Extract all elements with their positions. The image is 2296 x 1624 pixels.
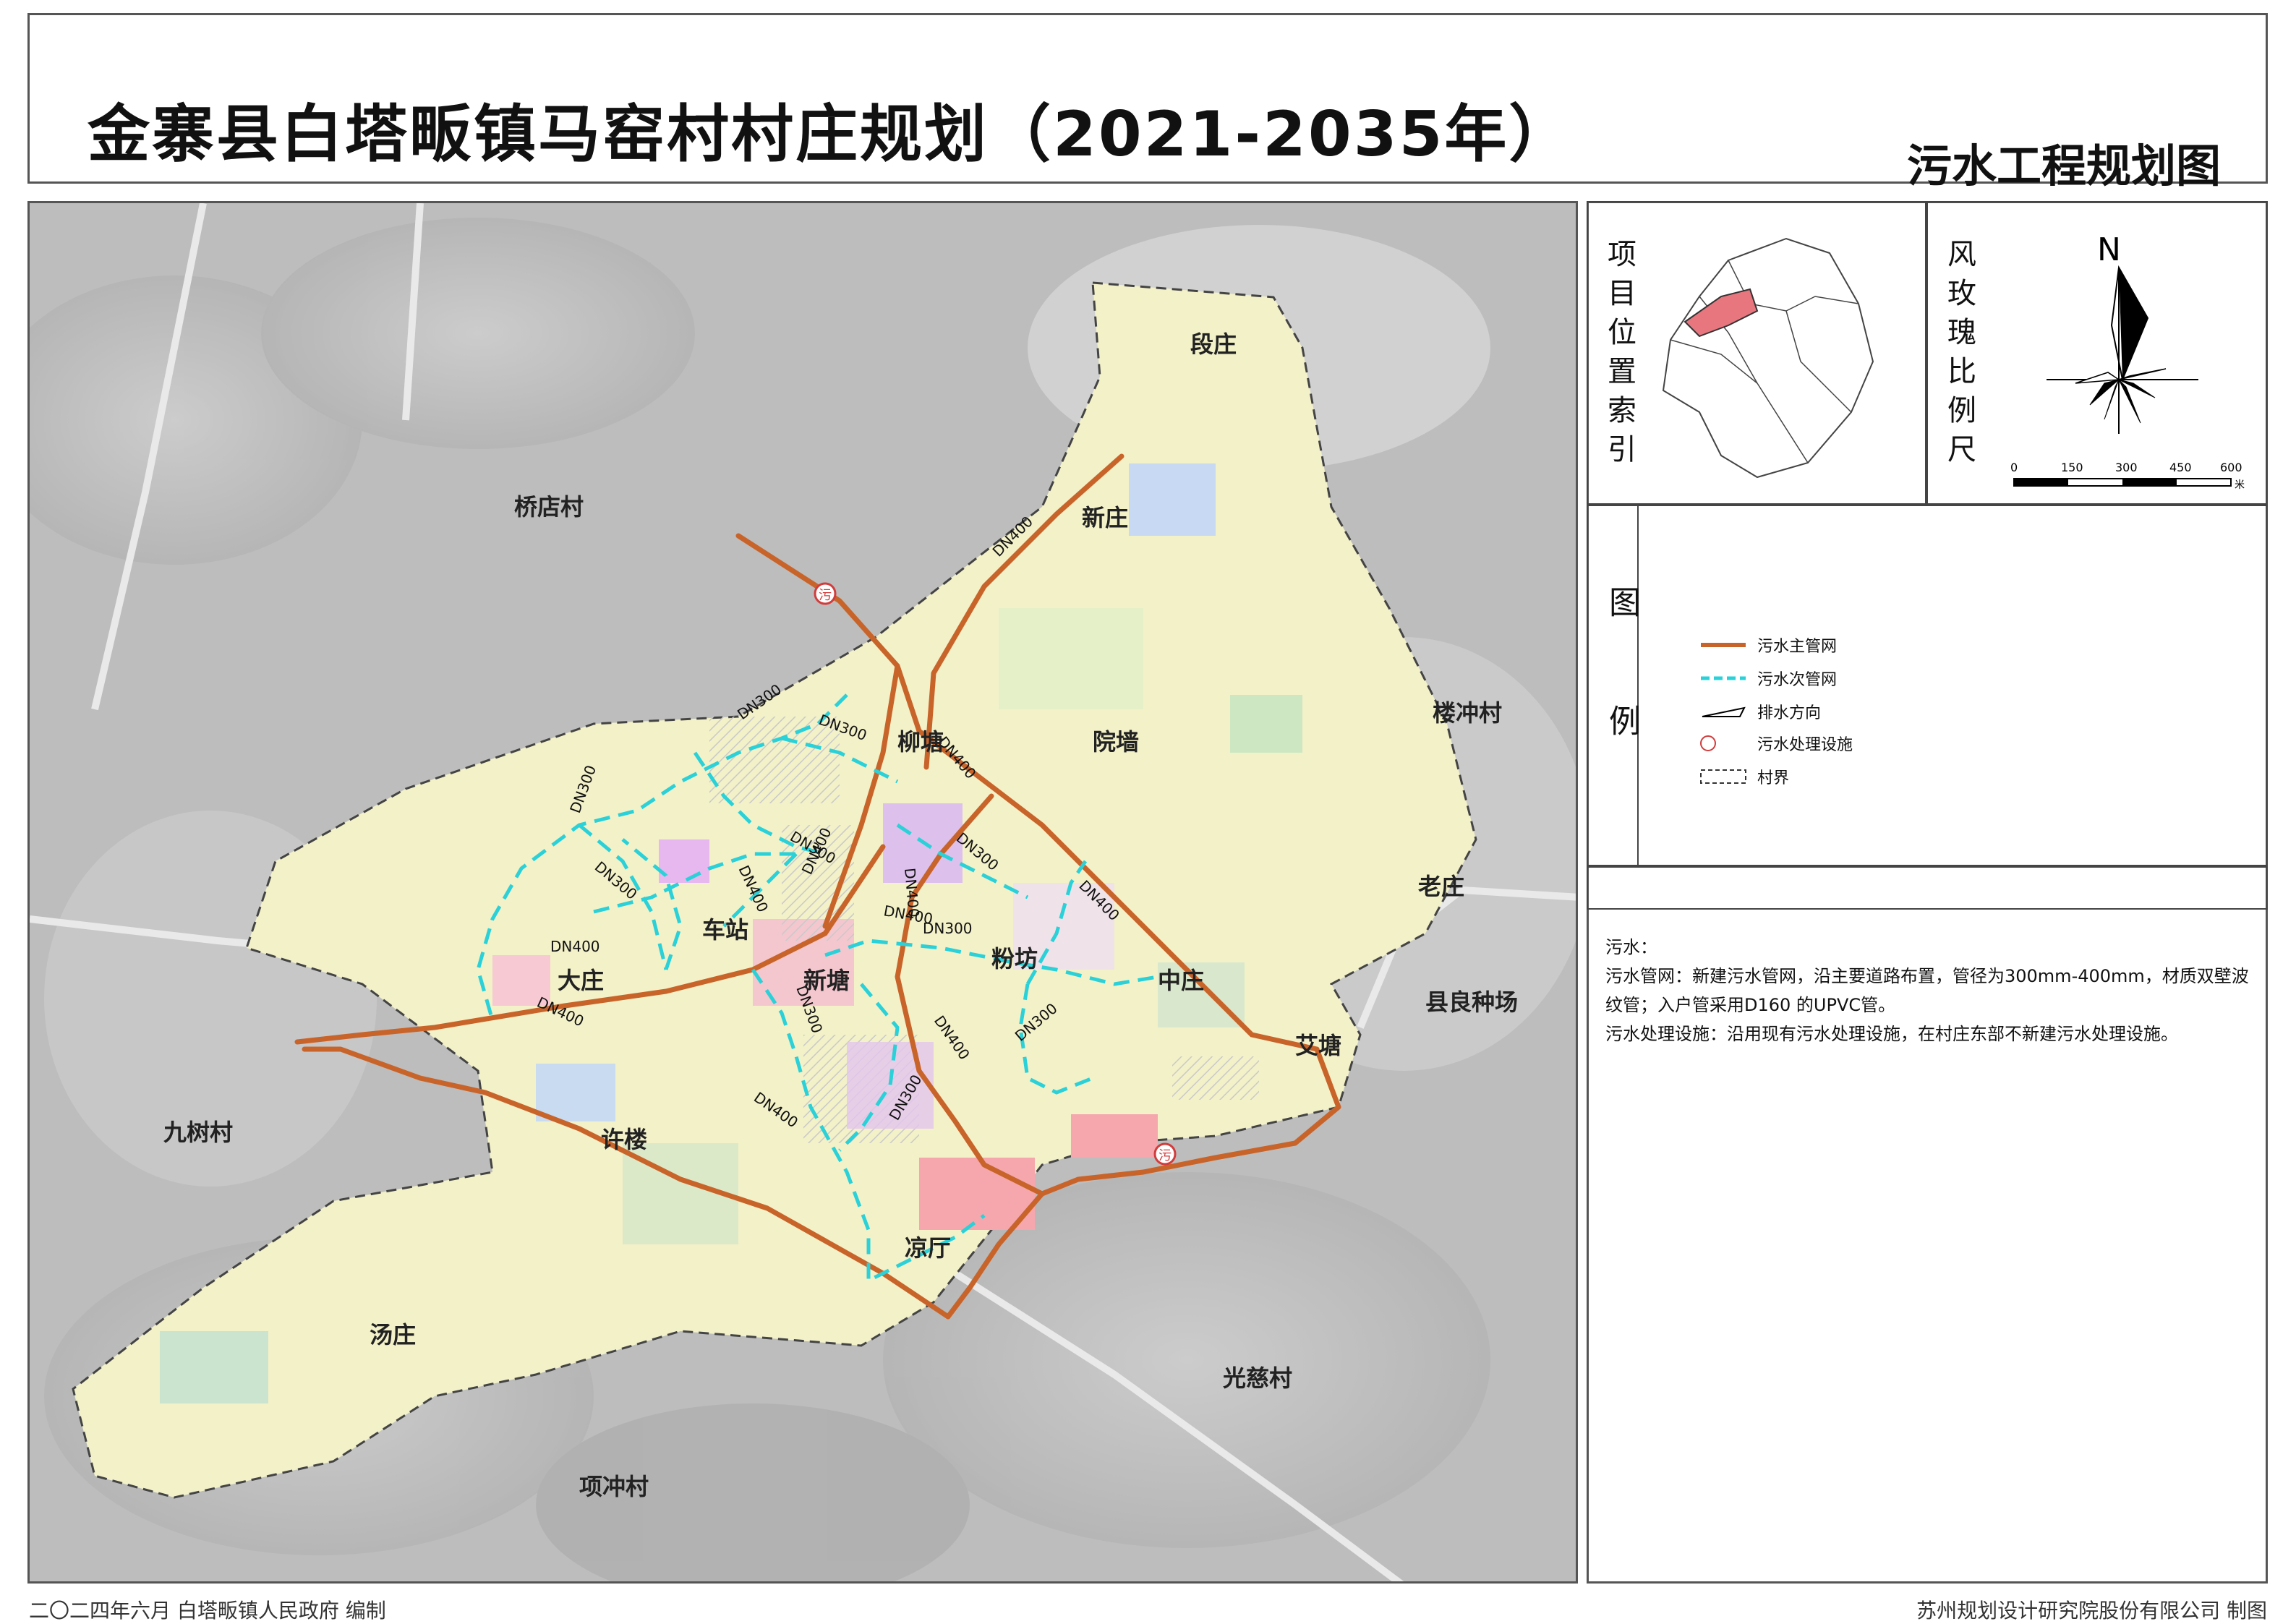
page-title: 金寨县白塔畈镇马窑村村庄规划（2021-2035年） [88, 98, 1574, 171]
footer-left: 二〇二四年六月 白塔畈镇人民政府 编制 [29, 1599, 386, 1623]
notes-heading: 污水： [1605, 937, 1657, 957]
location-index-label: 项目位置索引 [1602, 239, 1636, 473]
spacer-cell [1587, 866, 2268, 910]
place-label-zhongzhuang: 中庄 [1158, 967, 1205, 994]
svg-text:0: 0 [2010, 461, 2018, 474]
legend-item-village-boundary: 村界 [1698, 762, 1789, 791]
legend-item-secondary-pipe: 污水次管网 [1698, 664, 1837, 693]
legend-item-treatment-facility: 污水处理设施 [1698, 729, 1853, 758]
place-label-duanzhuang: 段庄 [1190, 330, 1237, 358]
pipe-label: DN400 [550, 938, 600, 955]
svg-text:300: 300 [2115, 461, 2138, 474]
svg-text:150: 150 [2061, 461, 2083, 474]
sheet-title: 污水工程规划图 [1906, 140, 2221, 192]
place-label-xinzhuang: 新庄 [1082, 504, 1129, 531]
legend-cell [1587, 505, 2268, 866]
map-canvas[interactable]: 污 污 DN400 DN300 DN300 DN400 DN300 DN300 … [27, 201, 1578, 1584]
treatment-facility-1: 污 [814, 582, 837, 605]
flow-direction-arrow-icon [1702, 706, 1746, 717]
place-label-chezhan: 车站 [702, 916, 749, 944]
svg-text:600: 600 [2220, 461, 2242, 474]
svg-text:N: N [2097, 231, 2121, 268]
legend-item-flow-direction: 排水方向 [1698, 697, 1821, 726]
compass-rose-icon: N 0 150 300 450 600 米 [2010, 231, 2245, 491]
svg-text:污: 污 [1158, 1148, 1172, 1163]
place-label-xulou: 许楼 [601, 1126, 648, 1153]
notes-network: 污水管网：新建污水管网，沿主要道路布置，管径为300mm-400mm，材质双壁波… [1605, 966, 2249, 1015]
place-label-xianliangzhongchang: 县良种场 [1425, 988, 1519, 1016]
legend-item-main-pipe: 污水主管网 [1698, 631, 1837, 659]
place-label-xintang: 新塘 [803, 967, 850, 994]
place-label-guangcicun: 光慈村 [1223, 1364, 1293, 1392]
place-label-dazhuang: 大庄 [558, 967, 605, 994]
treatment-facility-2: 污 [1153, 1142, 1177, 1166]
place-label-louchongcun: 楼冲村 [1433, 699, 1503, 727]
notes: 污水： 污水管网：新建污水管网，沿主要道路布置，管径为300mm-400mm，材… [1605, 933, 2249, 1048]
place-label-fenfang: 粉坊 [991, 945, 1038, 973]
secondary-pipe-dashed-line-icon [1701, 676, 1746, 680]
notes-facility: 污水处理设施：沿用现有污水处理设施，在村庄东部不新建污水处理设施。 [1605, 1024, 2178, 1044]
main-pipe-line-icon [1701, 643, 1746, 647]
place-label-liangting: 凉厅 [905, 1234, 952, 1262]
place-label-liutang: 柳塘 [897, 728, 944, 756]
footer-right: 苏州规划设计研究院股份有限公司 制图 [1916, 1599, 2267, 1623]
place-label-laozhuang: 老庄 [1418, 873, 1465, 900]
title-block: 金寨县白塔畈镇马窑村村庄规划（2021-2035年） 污水工程规划图 [27, 13, 2268, 192]
treatment-facility-circle-icon [1700, 735, 1716, 751]
place-label-aitang: 艾塘 [1295, 1032, 1342, 1059]
location-index-map [1662, 237, 1874, 479]
svg-text:米: 米 [2235, 479, 2245, 491]
place-label-qiaodiancun: 桥店村 [514, 493, 584, 521]
compass-scale-label: 风玫瑰比例尺 [1942, 239, 1976, 473]
legend-label: 图例 [1603, 586, 1640, 823]
svg-text:450: 450 [2169, 461, 2192, 474]
svg-text:污: 污 [819, 588, 832, 603]
place-label-jiushucun: 九树村 [163, 1119, 234, 1146]
map-svg: 污 污 DN400 DN300 DN300 DN400 DN300 DN300 … [30, 203, 1576, 1581]
village-boundary-dashed-box-icon [1700, 769, 1746, 784]
place-label-yuanqiang: 院墙 [1093, 728, 1140, 756]
place-label-tangzhuang: 汤庄 [370, 1321, 417, 1349]
place-label-xiangchongcun: 项冲村 [579, 1473, 649, 1500]
